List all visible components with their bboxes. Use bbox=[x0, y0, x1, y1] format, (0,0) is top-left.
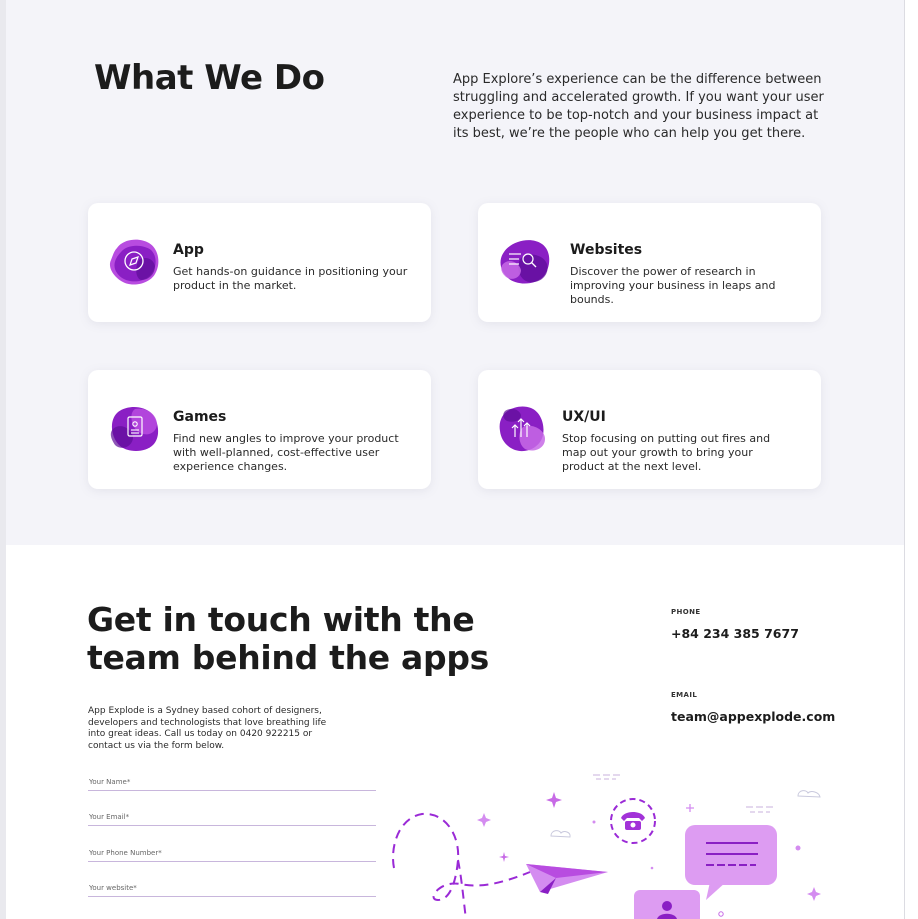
search-list-icon bbox=[500, 240, 550, 284]
phone-link[interactable]: +84 234 385 7677 bbox=[671, 626, 799, 641]
service-card-games[interactable]: Games Find new angles to improve your pr… bbox=[88, 370, 431, 489]
contact-title-line-2: team behind the apps bbox=[87, 638, 490, 677]
service-description-websites: Discover the power of research in improv… bbox=[570, 265, 776, 306]
arrows-up-icon bbox=[499, 406, 545, 452]
service-title-games: Games bbox=[173, 409, 227, 425]
service-title-websites: Websites bbox=[570, 242, 643, 258]
contact-intro: App Explode is a Sydney based cohort of … bbox=[88, 706, 327, 751]
service-card-websites[interactable]: Websites Discover the power of research … bbox=[478, 203, 821, 322]
compass-icon bbox=[109, 239, 159, 285]
service-description-ux-ui: Stop focusing on putting out fires and m… bbox=[562, 432, 771, 473]
scrollbar-track[interactable] bbox=[904, 0, 918, 919]
service-card-app[interactable]: App Get hands-on guidance in positioning… bbox=[88, 203, 431, 322]
user-card-icon bbox=[634, 890, 700, 919]
contact-title-line-1: Get in touch with the bbox=[87, 600, 475, 639]
contact-title: Get in touch with the team behind the ap… bbox=[87, 601, 489, 677]
contact-illustration bbox=[392, 774, 821, 919]
phone-label: PHONE bbox=[671, 608, 701, 616]
paper-plane-icon bbox=[526, 864, 608, 894]
email-label: EMAIL bbox=[671, 691, 698, 699]
phone-input[interactable] bbox=[88, 842, 376, 864]
email-link[interactable]: team@appexplode.com bbox=[671, 709, 835, 724]
document-icon bbox=[110, 407, 159, 451]
website-input[interactable] bbox=[88, 877, 376, 899]
what-we-do-title: What We Do bbox=[94, 58, 325, 98]
service-title-app: App bbox=[173, 242, 204, 258]
what-we-do-intro: App Explore’s experience can be the diff… bbox=[453, 72, 824, 141]
phone-circle-icon bbox=[610, 798, 656, 844]
email-field[interactable] bbox=[88, 804, 376, 828]
email-input[interactable] bbox=[88, 806, 376, 828]
chat-bubble-icon bbox=[685, 825, 777, 900]
name-input[interactable] bbox=[88, 771, 376, 793]
service-description-app: Get hands-on guidance in positioning you… bbox=[173, 265, 408, 292]
service-title-ux-ui: UX/UI bbox=[562, 409, 606, 425]
service-card-ux-ui[interactable]: UX/UI Stop focusing on putting out fires… bbox=[478, 370, 821, 489]
website-field[interactable] bbox=[88, 875, 376, 899]
service-description-games: Find new angles to improve your product … bbox=[173, 432, 399, 473]
phone-field[interactable] bbox=[88, 840, 376, 864]
name-field[interactable] bbox=[88, 769, 376, 793]
